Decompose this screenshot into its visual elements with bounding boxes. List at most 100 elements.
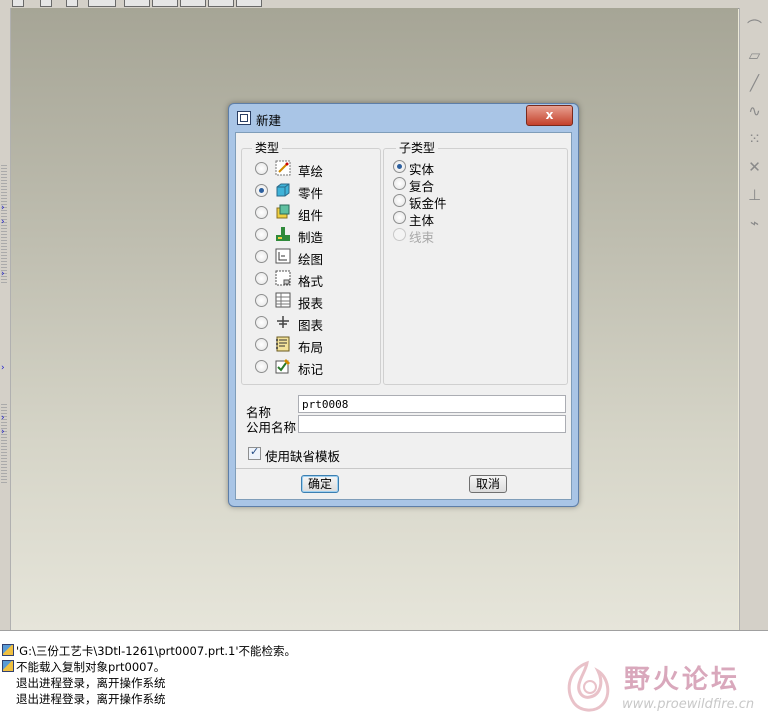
type-option-manufacturing[interactable]: 制造	[255, 225, 375, 245]
watermark-logo-icon	[567, 660, 610, 712]
toolbar-button[interactable]	[12, 0, 24, 7]
subtype-group: 子类型 实体 复合 钣金件 主体 线束	[383, 141, 568, 385]
type-option-label: 制造	[298, 230, 324, 245]
watermark: 野火论坛 www.proewildfire.cn	[558, 657, 768, 723]
message-text: 退出进程登录，离开操作系统	[16, 692, 166, 706]
radio-button[interactable]	[255, 294, 268, 307]
type-option-label: 报表	[298, 296, 324, 311]
toolbar-button[interactable]	[124, 0, 150, 7]
radio-button[interactable]	[393, 211, 406, 224]
toolbar-button[interactable]	[40, 0, 52, 7]
type-option-label: 布局	[298, 340, 324, 355]
radio-button[interactable]	[255, 162, 268, 175]
subtype-option-harness: 线束	[393, 226, 493, 245]
part-icon	[276, 183, 290, 197]
type-option-label: 标记	[298, 362, 324, 377]
type-option-report[interactable]: 报表	[255, 291, 375, 311]
message-line: 不能载入复制对象prt0007。	[2, 659, 165, 675]
subtype-option-label: 线束	[409, 230, 435, 245]
radio-button[interactable]	[255, 360, 268, 373]
radio-button[interactable]	[393, 177, 406, 190]
name-field[interactable]: prt0008	[298, 395, 566, 413]
coordinate-system-icon[interactable]: ⊥	[740, 182, 768, 208]
right-toolbar: ⌒ ▱ ╱ ∿ ⁙ ✕ ⊥ ⌁	[739, 8, 768, 630]
format-icon	[275, 270, 291, 286]
subtype-group-label: 子类型	[396, 141, 439, 155]
datum-axis-icon[interactable]: ╱	[740, 70, 768, 96]
radio-button	[393, 228, 406, 241]
common-name-label: 公用名称	[246, 420, 297, 435]
radio-button[interactable]	[393, 194, 406, 207]
type-option-label: 组件	[298, 208, 324, 223]
report-icon	[275, 292, 291, 308]
watermark-url: www.proewildfire.cn	[622, 697, 755, 712]
subtype-option-solid[interactable]: 实体	[393, 158, 493, 177]
common-name-field[interactable]	[298, 415, 566, 433]
use-default-template-checkbox[interactable]	[248, 445, 261, 460]
toolbar-button[interactable]	[88, 0, 116, 7]
type-option-assembly[interactable]: 组件	[255, 203, 375, 223]
toolbar-button[interactable]	[66, 0, 78, 7]
radio-button[interactable]	[255, 250, 268, 263]
radio-button[interactable]	[393, 160, 406, 173]
toolbar-button[interactable]	[208, 0, 234, 7]
type-option-sketch[interactable]: 草绘	[255, 159, 375, 179]
datum-plane-icon[interactable]: ▱	[740, 42, 768, 68]
assembly-icon	[276, 204, 290, 219]
layout-icon	[276, 336, 290, 352]
subtype-option-composite[interactable]: 复合	[393, 175, 493, 194]
type-option-label: 图表	[298, 318, 324, 333]
type-group: 类型 草绘 零件 组件 制造 绘图 格式 报表 图表 布局 标记	[241, 141, 381, 385]
radio-button[interactable]	[255, 184, 268, 197]
type-option-diagram[interactable]: 图表	[255, 313, 375, 333]
ok-button[interactable]: 确定	[301, 475, 339, 493]
message-text: 不能载入复制对象prt0007。	[16, 660, 166, 674]
radio-button[interactable]	[255, 272, 268, 285]
manufacturing-icon	[276, 227, 290, 241]
message-icon	[2, 644, 14, 656]
expand-arrow-icon[interactable]: ›	[1, 364, 5, 373]
expand-arrow-icon[interactable]: ›	[1, 204, 5, 213]
spline-curve-icon[interactable]: ∿	[740, 98, 768, 124]
watermark-title: 野火论坛	[624, 665, 741, 695]
expand-arrow-icon[interactable]: ›	[1, 270, 5, 279]
sketch-curve-icon[interactable]: ⌒	[740, 14, 768, 40]
type-option-label: 草绘	[298, 164, 324, 179]
markup-icon	[275, 359, 290, 374]
analysis-icon[interactable]: ⌁	[740, 210, 768, 236]
type-option-markup[interactable]: 标记	[255, 357, 375, 377]
radio-button[interactable]	[255, 228, 268, 241]
use-default-template-label: 使用缺省模板	[265, 449, 341, 464]
message-line: 退出进程登录，离开操作系统	[2, 691, 166, 707]
toolbar-button[interactable]	[152, 0, 178, 7]
point-icon[interactable]: ✕	[740, 154, 768, 180]
radio-button[interactable]	[255, 316, 268, 329]
expand-arrow-icon[interactable]: ›	[1, 428, 5, 437]
cancel-button[interactable]: 取消	[469, 475, 507, 493]
type-option-part[interactable]: 零件	[255, 181, 375, 201]
message-line: 'G:\三份工艺卡\3Dtl-1261\prt0007.prt.1'不能检索。	[2, 643, 296, 659]
radio-button[interactable]	[255, 206, 268, 219]
toolbar-button[interactable]	[180, 0, 206, 7]
new-file-dialog: 新建 x 类型 草绘 零件 组件 制造 绘图 格式 报表 图表 布局 标记 子类…	[228, 103, 579, 507]
radio-button[interactable]	[255, 338, 268, 351]
expand-arrow-icon[interactable]: ›	[1, 218, 5, 227]
type-option-layout[interactable]: 布局	[255, 335, 375, 355]
message-text: 'G:\三份工艺卡\3Dtl-1261\prt0007.prt.1'不能检索。	[16, 644, 296, 658]
diagram-icon	[277, 316, 289, 328]
type-option-format[interactable]: 格式	[255, 269, 375, 289]
dialog-title-bar[interactable]: 新建 x	[229, 104, 578, 132]
expand-arrow-icon[interactable]: ›	[1, 414, 5, 423]
dialog-title: 新建	[256, 113, 282, 128]
subtype-option-bulk[interactable]: 主体	[393, 209, 493, 228]
type-option-drawing[interactable]: 绘图	[255, 247, 375, 267]
datum-point-icon[interactable]: ⁙	[740, 126, 768, 152]
type-option-label: 零件	[298, 186, 324, 201]
divider	[236, 468, 571, 469]
message-line: 退出进程登录，离开操作系统	[2, 675, 166, 691]
left-navigator-edge: › › › › › ›	[0, 8, 11, 630]
toolbar-button[interactable]	[236, 0, 262, 7]
message-icon	[2, 660, 14, 672]
close-button[interactable]: x	[526, 105, 573, 126]
subtype-option-sheetmetal[interactable]: 钣金件	[393, 192, 493, 211]
